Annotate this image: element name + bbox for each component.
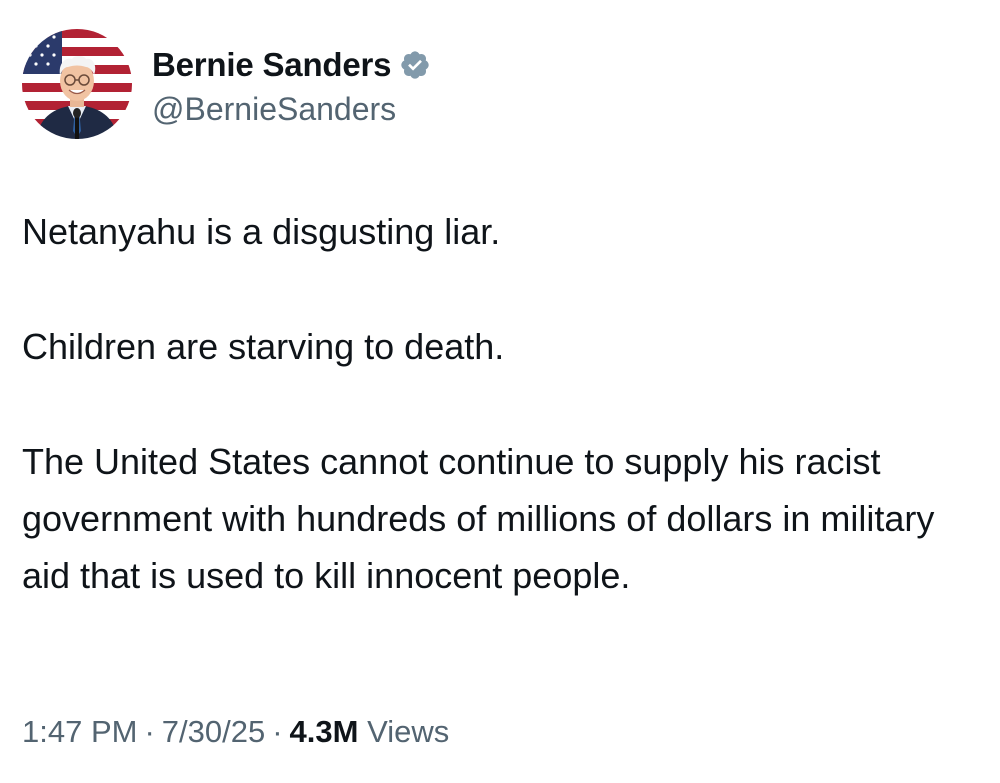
tweet: Bernie Sanders @BernieSanders Netanyahu … — [0, 0, 1000, 783]
tweet-date: 7/30/25 — [161, 714, 266, 749]
author-names: Bernie Sanders @BernieSanders — [152, 41, 431, 128]
tweet-text: Netanyahu is a disgusting liar. Children… — [22, 203, 962, 604]
author-handle[interactable]: @BernieSanders — [152, 91, 431, 128]
tweet-timestamp[interactable]: 1:47 PM · 7/30/25 — [22, 714, 265, 749]
tweet-header: Bernie Sanders @BernieSanders — [22, 28, 431, 140]
views-label: Views — [367, 714, 450, 749]
tweet-paragraph: The United States cannot continue to sup… — [22, 441, 935, 596]
avatar-image — [22, 29, 132, 139]
views-link[interactable]: 4.3M Views — [290, 714, 450, 749]
tweet-paragraph: Netanyahu is a disgusting liar. — [22, 211, 501, 252]
meta-separator: · — [272, 714, 283, 749]
verified-badge-icon[interactable] — [399, 49, 431, 81]
name-row: Bernie Sanders — [152, 41, 431, 89]
meta-separator: · — [144, 714, 155, 749]
tweet-time: 1:47 PM — [22, 714, 138, 749]
tweet-meta: 1:47 PM · 7/30/25 · 4.3M Views — [22, 714, 449, 750]
avatar[interactable] — [22, 29, 132, 139]
views-count: 4.3M — [289, 714, 359, 749]
author-display-name[interactable]: Bernie Sanders — [152, 46, 392, 84]
tweet-paragraph: Children are starving to death. — [22, 326, 505, 367]
